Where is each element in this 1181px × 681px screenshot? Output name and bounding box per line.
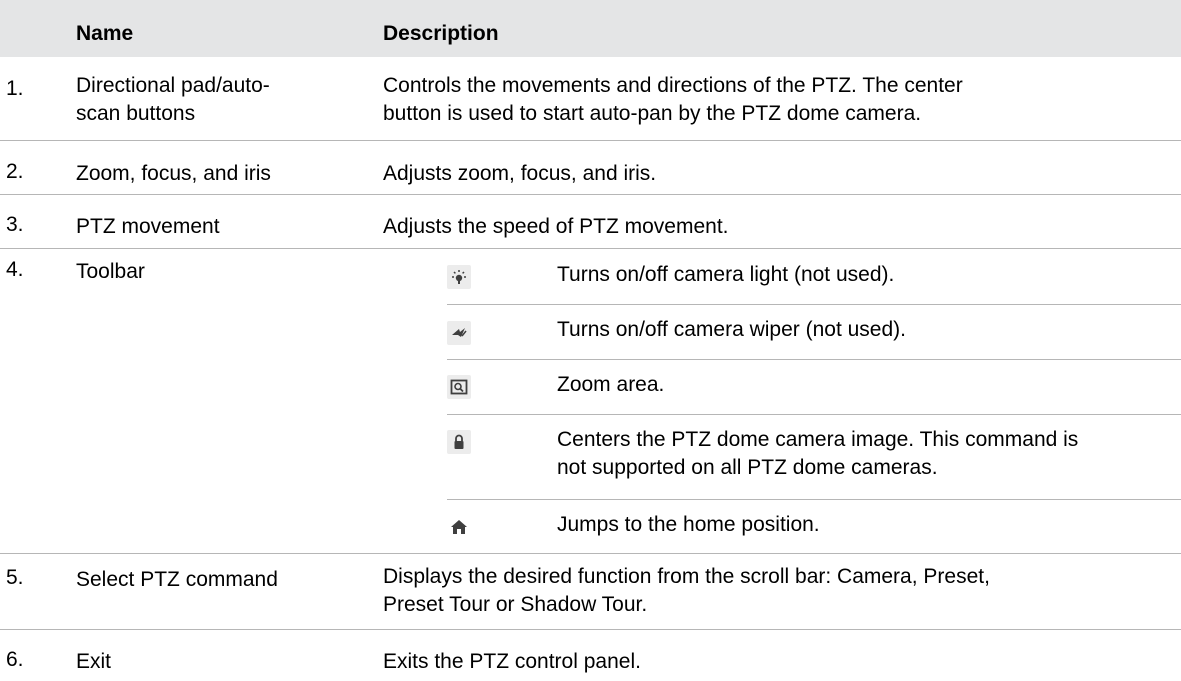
row-number: 5.: [6, 566, 24, 589]
toolbar-item-text: Turns on/off camera light (not used).: [557, 263, 895, 286]
row-number: 1.: [6, 77, 24, 100]
row-divider: [0, 629, 1181, 630]
row-description: Controls the movements and directions of…: [383, 72, 1173, 128]
row-number: 6.: [6, 648, 24, 671]
row-name: PTZ movement: [76, 215, 220, 238]
lock-icon: [447, 430, 471, 454]
row-name: Select PTZ command: [76, 568, 278, 591]
toolbar-item-text: Turns on/off camera wiper (not used).: [557, 318, 906, 341]
light-bulb-icon: [447, 265, 471, 289]
header-name: Name: [76, 22, 134, 45]
toolbar-item-text: Zoom area.: [557, 373, 665, 396]
row-number: 2.: [6, 160, 24, 183]
row-description: Exits the PTZ control panel.: [383, 650, 641, 673]
wiper-icon: [447, 321, 471, 345]
row-divider: [0, 140, 1181, 141]
row-description-line: Controls the movements and directions of…: [383, 74, 963, 97]
toolbar-item-home: Jumps to the home position.: [447, 500, 1181, 553]
row-description-line: Displays the desired function from the s…: [383, 565, 990, 588]
header-description: Description: [383, 22, 499, 45]
row-divider: [0, 248, 1181, 249]
toolbar-item-text-line: not supported on all PTZ dome cameras.: [557, 456, 938, 479]
toolbar-item-zoom-area: Zoom area.: [447, 360, 1181, 414]
row-description-line: button is used to start auto-pan by the …: [383, 102, 922, 125]
toolbar-item-text: Jumps to the home position.: [557, 513, 820, 536]
row-name-line: Directional pad/auto-: [76, 74, 270, 97]
row-number: 4.: [6, 258, 24, 281]
toolbar-item-wiper: Turns on/off camera wiper (not used).: [447, 305, 1181, 359]
row-name-line: scan buttons: [76, 102, 196, 125]
table-header: Name Description: [0, 0, 1181, 57]
row-description: Displays the desired function from the s…: [383, 563, 1173, 619]
row-divider: [0, 553, 1181, 554]
row-name: Directional pad/auto- scan buttons: [76, 72, 366, 128]
row-name: Exit: [76, 650, 112, 673]
row-number: 3.: [6, 213, 24, 236]
row-description: Adjusts the speed of PTZ movement.: [383, 215, 729, 238]
home-icon: [447, 515, 471, 539]
row-name: Zoom, focus, and iris: [76, 162, 271, 185]
row-name: Toolbar: [76, 260, 145, 283]
toolbar-item-light: Turns on/off camera light (not used).: [447, 250, 1181, 304]
row-description: Adjusts zoom, focus, and iris.: [383, 162, 657, 185]
toolbar-item-text: Centers the PTZ dome camera image. This …: [557, 426, 1177, 482]
row-description-line: Preset Tour or Shadow Tour.: [383, 593, 648, 616]
ptz-control-table: Name Description 1. Directional pad/auto…: [0, 0, 1181, 681]
zoom-area-icon: [447, 375, 471, 399]
toolbar-item-text-line: Centers the PTZ dome camera image. This …: [557, 428, 1079, 451]
toolbar-item-center: Centers the PTZ dome camera image. This …: [447, 415, 1181, 499]
row-divider: [0, 194, 1181, 195]
